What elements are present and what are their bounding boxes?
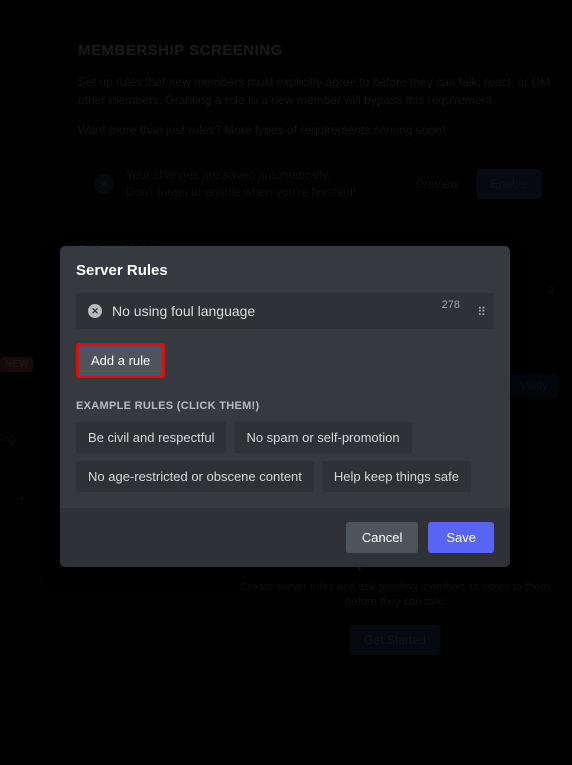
modal-footer: Cancel Save: [60, 508, 510, 567]
example-rules-label: EXAMPLE RULES (CLICK THEM!): [76, 400, 494, 412]
add-rule-button[interactable]: Add a rule: [76, 343, 165, 378]
char-count: 278: [442, 299, 460, 311]
example-chip-safe[interactable]: Help keep things safe: [322, 461, 471, 492]
modal-title: Server Rules: [76, 262, 494, 279]
server-rules-modal: Server Rules ✕ No using foul language 27…: [60, 246, 510, 567]
drag-handle-icon[interactable]: ⠿: [477, 305, 484, 319]
example-chip-age[interactable]: No age-restricted or obscene content: [76, 461, 314, 492]
rule-input-row: ✕ No using foul language 278 ⠿: [76, 293, 494, 329]
example-chips: Be civil and respectful No spam or self-…: [76, 422, 494, 492]
example-chip-civil[interactable]: Be civil and respectful: [76, 422, 226, 453]
cancel-button[interactable]: Cancel: [346, 522, 418, 553]
save-button[interactable]: Save: [428, 522, 494, 553]
example-chip-spam[interactable]: No spam or self-promotion: [234, 422, 411, 453]
modal-body: Server Rules ✕ No using foul language 27…: [60, 246, 510, 508]
remove-rule-icon[interactable]: ✕: [88, 304, 102, 318]
rule-text-input[interactable]: No using foul language: [112, 303, 482, 319]
